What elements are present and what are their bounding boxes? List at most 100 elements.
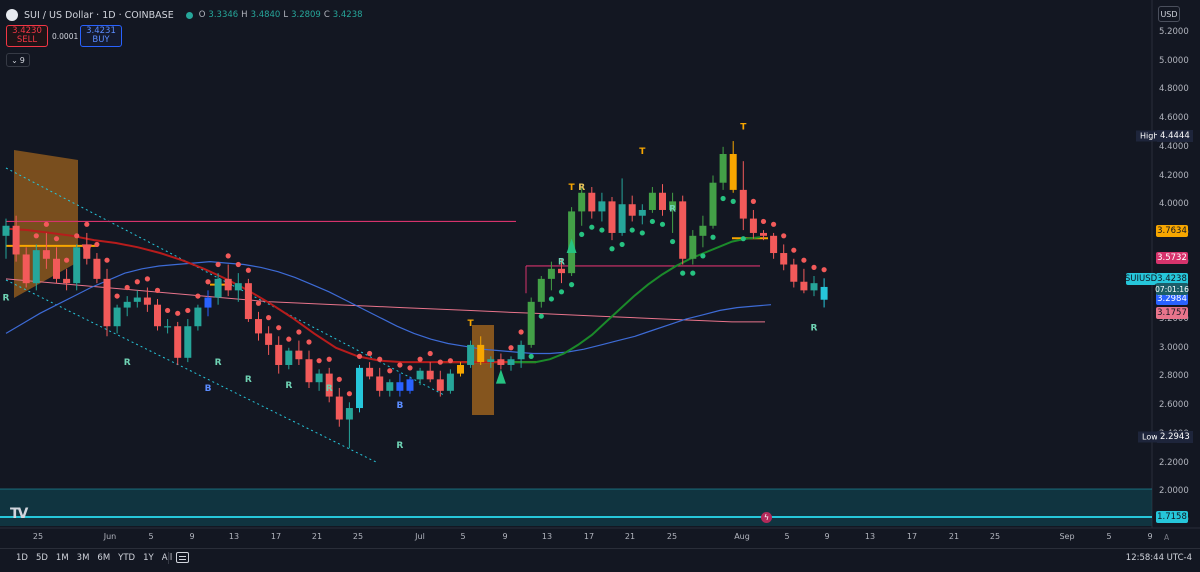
signal-dot <box>346 391 352 397</box>
signal-dot <box>104 257 110 263</box>
date-tick-label: 9 <box>1147 532 1153 541</box>
signal-label-r: R <box>396 441 403 451</box>
date-tick-label: 9 <box>502 532 508 541</box>
candle-body <box>224 278 232 291</box>
trade-panel: 3.4230 SELL 0.0001 3.4231 BUY <box>6 25 122 47</box>
signal-dot <box>538 313 544 319</box>
candle-body <box>628 204 636 216</box>
signal-label-r: R <box>124 358 131 368</box>
orange-zone-right <box>472 325 494 415</box>
candle-body <box>477 344 485 363</box>
date-tick-label: 25 <box>989 532 1001 541</box>
timeframe-3m-button[interactable]: 3M <box>73 553 94 563</box>
candle-body <box>366 367 374 377</box>
price-tick-label: 4.6000 <box>1159 113 1189 124</box>
candle-body <box>800 281 808 291</box>
signal-dot <box>670 238 676 245</box>
candle-body <box>376 376 384 391</box>
signal-label-b: B <box>396 401 403 411</box>
candle-body <box>729 154 737 190</box>
signal-dot <box>609 246 615 252</box>
signal-dot <box>276 325 282 331</box>
signal-dot <box>266 315 272 321</box>
signal-dot <box>316 358 322 364</box>
candle-body <box>386 382 394 391</box>
signal-dot <box>801 257 807 263</box>
candle-body <box>457 364 464 374</box>
candle-body <box>709 182 717 226</box>
price-tick-label: 3.0000 <box>1159 342 1189 353</box>
signal-label-r: R <box>669 204 676 214</box>
auto-scale-button[interactable]: A <box>1164 533 1169 542</box>
clock[interactable]: 12:58:44 UTC-4 <box>1126 553 1192 563</box>
signal-dot <box>599 227 605 233</box>
signal-dot <box>33 233 39 239</box>
candle-body <box>780 253 788 265</box>
signal-dot <box>185 307 191 314</box>
timeframe-1d-button[interactable]: 1D <box>12 553 32 563</box>
timeframe-5d-button[interactable]: 5D <box>32 553 52 563</box>
sell-label: SELL <box>16 35 38 45</box>
signal-dot <box>124 284 130 291</box>
signal-dot <box>215 261 221 268</box>
timeframe-6m-button[interactable]: 6M <box>93 553 114 563</box>
sell-button[interactable]: 3.4230 SELL <box>6 25 48 47</box>
timeframe-1y-button[interactable]: 1Y <box>139 553 158 563</box>
candle-body <box>588 192 596 212</box>
signal-label-t: T <box>468 319 475 329</box>
candle-body <box>285 350 293 365</box>
candle-body <box>497 359 505 365</box>
price-tick-label: 2.8000 <box>1159 371 1189 382</box>
timeframe-ytd-button[interactable]: YTD <box>114 553 139 563</box>
signal-dot <box>205 279 211 285</box>
signal-dot <box>94 241 100 248</box>
timeframe-1m-button[interactable]: 1M <box>52 553 73 563</box>
candle-body <box>295 350 303 360</box>
date-tick-label: 17 <box>906 532 918 541</box>
signal-dot <box>43 221 50 227</box>
candle-body <box>275 344 283 365</box>
timeframe-buttons: 1D 5D 1M 3M 6M YTD 1Y All <box>12 553 176 563</box>
symbol-header: SUI / US Dollar · 1D · COINBASE O 3.3346 … <box>6 6 363 24</box>
signal-dot <box>528 353 534 359</box>
signal-dot <box>367 350 373 357</box>
candle-body <box>749 218 757 233</box>
candle-body <box>507 359 515 365</box>
price-chart[interactable]: RR RRR RRRRRBBTTTTR <box>0 0 1200 548</box>
date-tick-label: 25 <box>352 532 364 541</box>
signal-dot <box>750 198 757 204</box>
close-label: C <box>323 10 330 20</box>
signal-dot <box>336 376 342 382</box>
date-tick-label: Aug <box>734 532 750 541</box>
calendar-icon[interactable] <box>176 552 189 563</box>
date-tick-label: 25 <box>666 532 678 541</box>
signal-dot <box>508 345 514 351</box>
candle-body <box>42 250 50 259</box>
date-tick-label: 17 <box>270 532 282 541</box>
signal-dot <box>548 296 555 302</box>
toolbar-divider <box>168 552 169 564</box>
timeframe-all-button[interactable]: All <box>158 553 177 563</box>
candle-body <box>265 333 273 345</box>
candle-body <box>416 370 424 380</box>
candle-body <box>648 192 656 210</box>
indicators-toggle[interactable]: ⌄ 9 <box>6 53 30 67</box>
candle-body <box>63 278 71 284</box>
date-tick-label: 5 <box>1106 532 1112 541</box>
signal-dot <box>720 195 726 202</box>
currency-button[interactable]: USD <box>1158 6 1180 22</box>
symbol-title[interactable]: SUI / US Dollar · 1D · COINBASE <box>24 10 174 21</box>
candle-body <box>154 304 161 327</box>
date-tick-label: 5 <box>460 532 466 541</box>
date-tick-label: Jul <box>415 532 425 541</box>
signal-label-t: T <box>740 123 747 133</box>
price-tick-label: 4.4000 <box>1159 141 1189 152</box>
price-tick-label: 2.6000 <box>1159 400 1189 411</box>
candle-body <box>305 359 313 383</box>
buy-label: BUY <box>92 35 110 45</box>
signal-dot <box>74 233 80 239</box>
signal-dot <box>53 236 60 242</box>
buy-button[interactable]: 3.4231 BUY <box>80 25 122 47</box>
signal-label-r: R <box>578 183 585 193</box>
flash-icon[interactable]: ϟ <box>761 512 772 523</box>
